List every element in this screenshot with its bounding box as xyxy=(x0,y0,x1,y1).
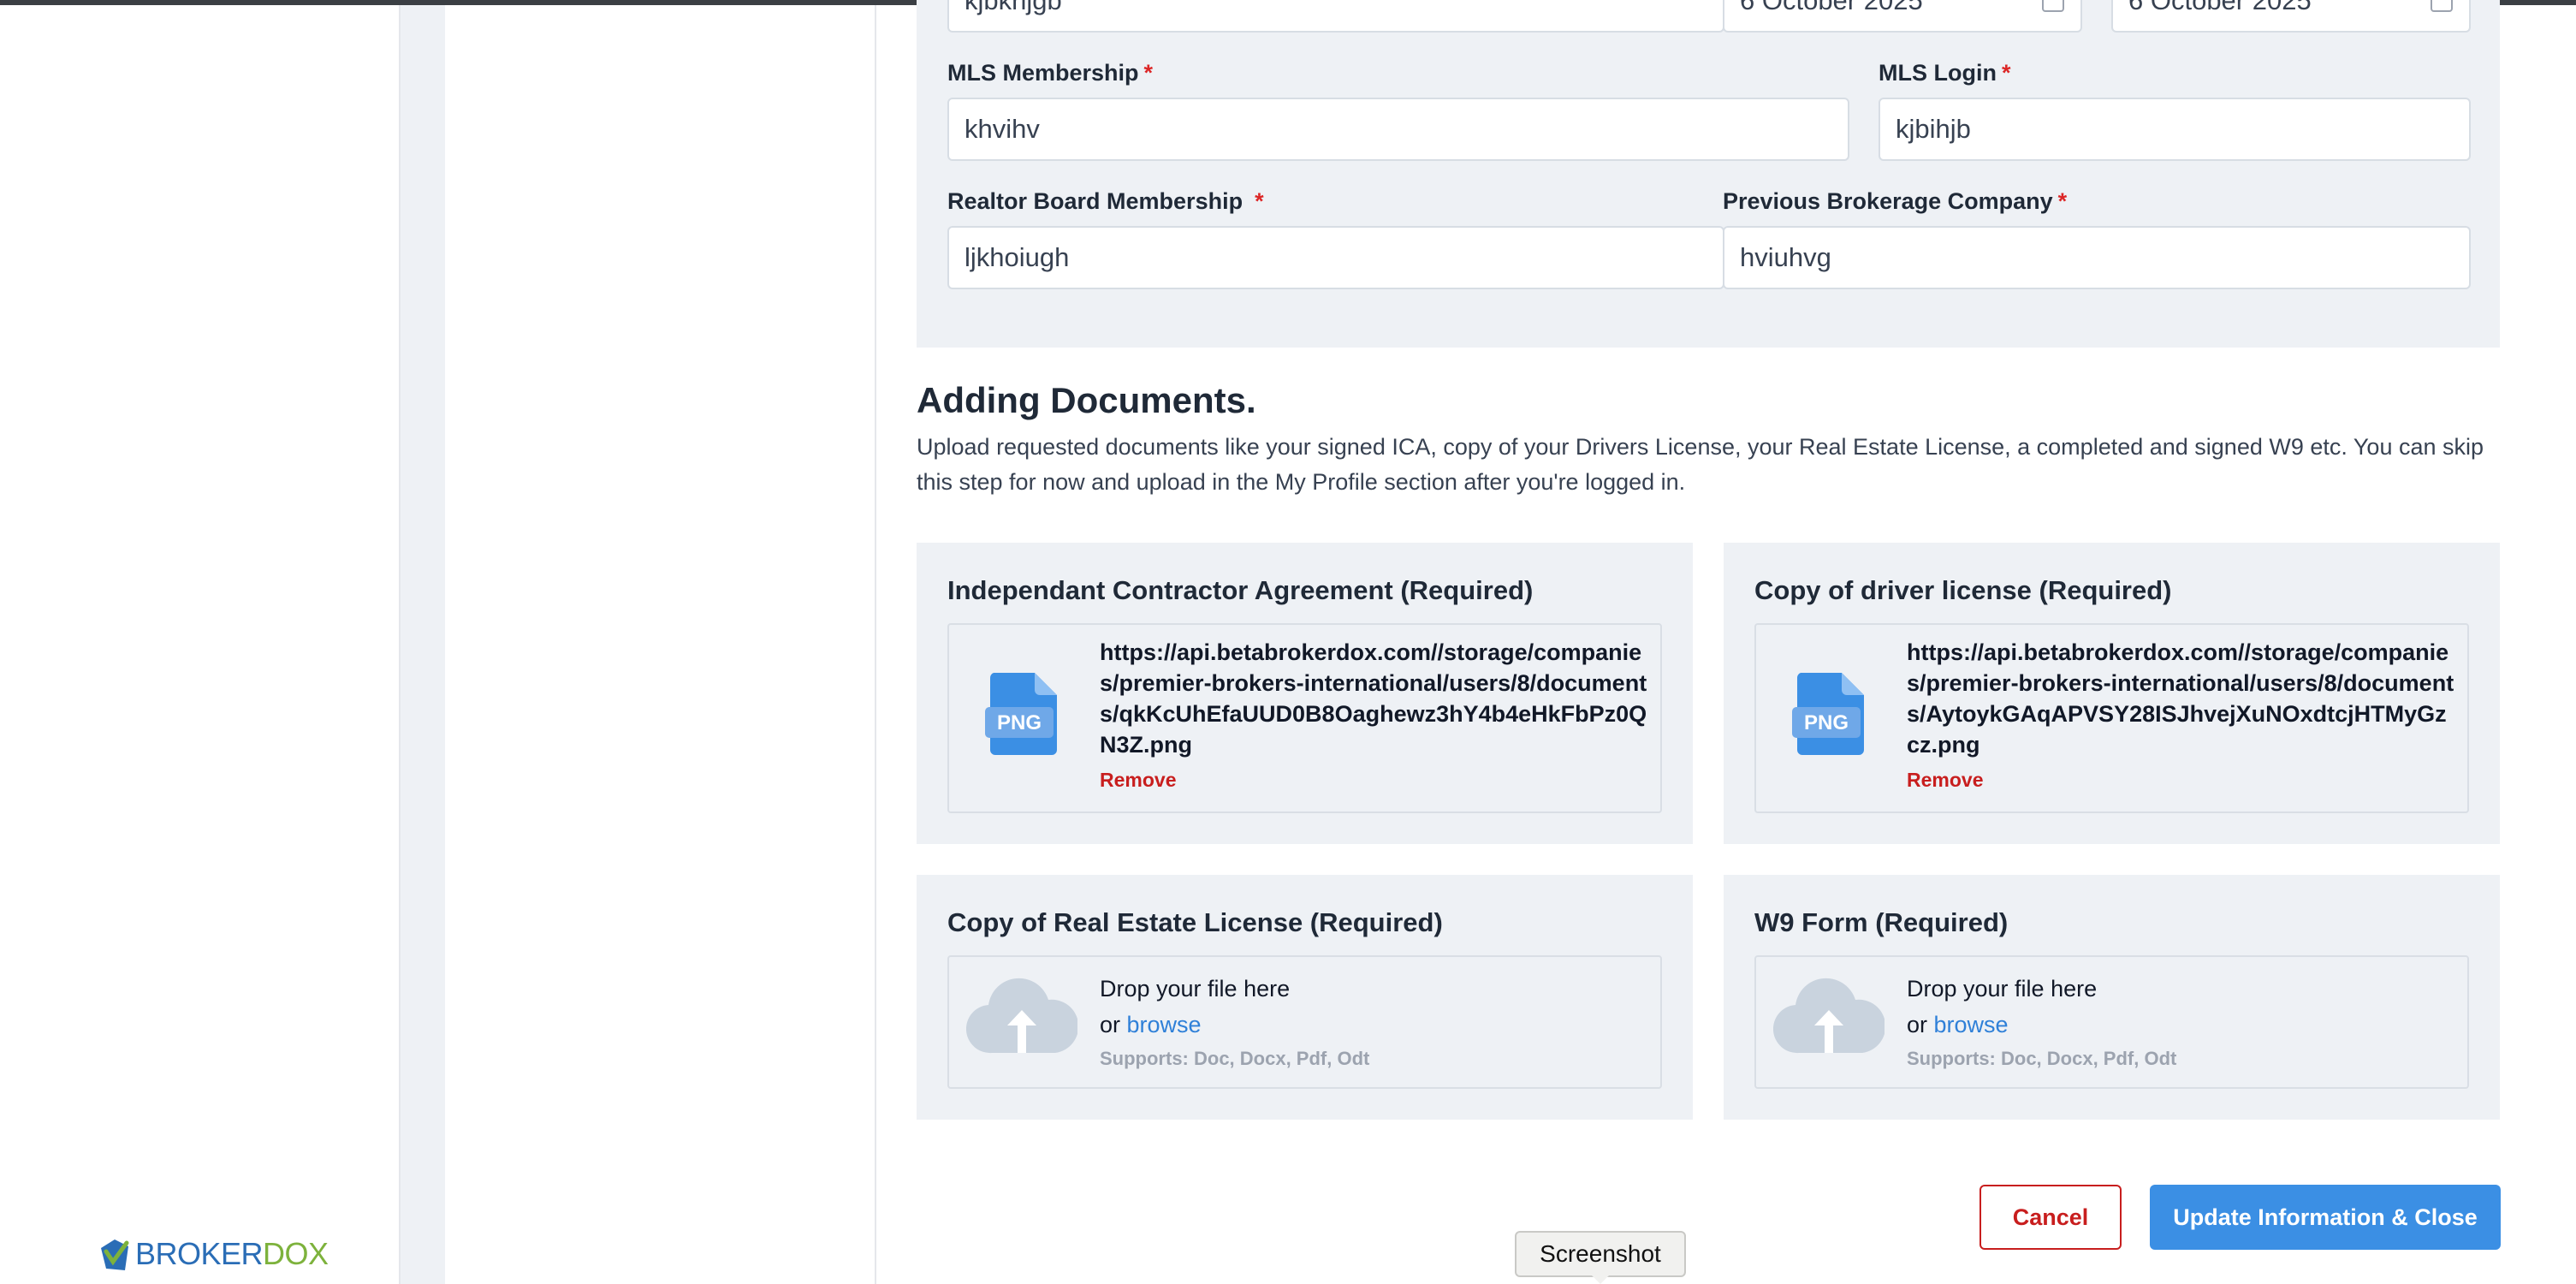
svg-text:PNG: PNG xyxy=(997,711,1042,734)
cloud-upload-icon xyxy=(1773,978,1885,1054)
logo-text-dox: DOX xyxy=(263,1236,329,1271)
remove-file-link[interactable]: Remove xyxy=(1100,769,1176,792)
license-number-value: kjbkhjgb xyxy=(965,0,1062,15)
card-title: Copy of driver license (Required) xyxy=(1754,575,2172,605)
issue-date-input[interactable]: 6 October 2025 xyxy=(1723,0,2082,33)
license-info-section: kjbkhjgb 6 October 2025 6 October 2025 M… xyxy=(917,0,2500,348)
brokerdox-logo: BROKERDOX xyxy=(99,1236,329,1272)
side-column xyxy=(445,5,876,1284)
issue-date-value: 6 October 2025 xyxy=(1740,0,1923,15)
documents-section-description: Upload requested documents like your sig… xyxy=(917,434,2484,495)
expiration-date-input[interactable]: 6 October 2025 xyxy=(2111,0,2471,33)
file-dropzone[interactable]: Drop your file here or browse Supports: … xyxy=(1754,955,2469,1089)
tooltip-arrow-icon xyxy=(1592,1275,1609,1284)
browse-line: or browse xyxy=(1100,1012,1202,1037)
file-url: https://api.betabrokerdox.com//storage/c… xyxy=(1907,639,2454,758)
nav-gutter xyxy=(399,5,445,1284)
uploaded-file: PNG https://api.betabrokerdox.com//stora… xyxy=(947,623,1662,813)
logo-text-broker: BROKER xyxy=(135,1236,264,1271)
required-asterisk: * xyxy=(2057,188,2068,214)
previous-brokerage-label: Previous Brokerage Company * xyxy=(1723,188,2068,214)
previous-brokerage-value: hviuhvg xyxy=(1740,242,1831,272)
browse-link[interactable]: browse xyxy=(1127,1012,1202,1037)
cancel-button[interactable]: Cancel xyxy=(1979,1185,2122,1250)
license-number-input[interactable]: kjbkhjgb xyxy=(947,0,1724,33)
mls-membership-value: khvihv xyxy=(965,114,1040,144)
supported-formats: Supports: Doc, Docx, Pdf, Odt xyxy=(1100,1048,1370,1069)
realtor-board-input[interactable]: ljkhoiugh xyxy=(947,226,1724,289)
required-asterisk: * xyxy=(2001,60,2011,86)
w9-document-card: W9 Form (Required) Drop your file here o… xyxy=(1724,875,2500,1120)
mls-membership-label: MLS Membership * xyxy=(947,60,1154,86)
uploaded-file: PNG https://api.betabrokerdox.com//stora… xyxy=(1754,623,2469,813)
png-file-icon: PNG xyxy=(1792,673,1864,755)
ica-document-card: Independant Contractor Agreement (Requir… xyxy=(917,543,1693,844)
mls-login-input[interactable]: kjbihjb xyxy=(1879,98,2471,161)
previous-brokerage-input[interactable]: hviuhvg xyxy=(1723,226,2471,289)
card-title: Independant Contractor Agreement (Requir… xyxy=(947,575,1534,605)
drop-text: Drop your file here xyxy=(1100,976,1291,1002)
svg-text:PNG: PNG xyxy=(1804,711,1849,734)
png-file-icon: PNG xyxy=(985,673,1057,755)
logo-mark-icon xyxy=(101,1239,129,1270)
mls-login-label: MLS Login * xyxy=(1879,60,2011,86)
mls-membership-input[interactable]: khvihv xyxy=(947,98,1849,161)
expiration-date-value: 6 October 2025 xyxy=(2128,0,2312,15)
mls-login-value: kjbihjb xyxy=(1896,114,1971,144)
documents-section-title: Adding Documents. xyxy=(917,380,1256,420)
realtor-board-value: ljkhoiugh xyxy=(965,242,1070,272)
card-title: Copy of Real Estate License (Required) xyxy=(947,907,1443,937)
remove-file-link[interactable]: Remove xyxy=(1907,769,1983,792)
update-information-close-button[interactable]: Update Information & Close xyxy=(2150,1185,2501,1250)
calendar-icon xyxy=(2431,0,2453,12)
calendar-icon xyxy=(2042,0,2064,12)
screenshot-tooltip: Screenshot xyxy=(1515,1231,1686,1277)
required-asterisk: * xyxy=(1143,60,1154,86)
real-estate-license-document-card: Copy of Real Estate License (Required) D… xyxy=(917,875,1693,1120)
file-url: https://api.betabrokerdox.com//storage/c… xyxy=(1100,639,1647,758)
browse-link[interactable]: browse xyxy=(1934,1012,2009,1037)
realtor-board-label: Realtor Board Membership * xyxy=(947,188,1264,214)
required-asterisk: * xyxy=(1255,188,1264,214)
left-sidebar: BROKERDOX xyxy=(0,5,399,1284)
browse-line: or browse xyxy=(1907,1012,2009,1037)
cloud-upload-icon xyxy=(966,978,1077,1054)
driver-license-document-card: Copy of driver license (Required) PNG ht… xyxy=(1724,543,2500,844)
supported-formats: Supports: Doc, Docx, Pdf, Odt xyxy=(1907,1048,2177,1069)
file-dropzone[interactable]: Drop your file here or browse Supports: … xyxy=(947,955,1662,1089)
drop-text: Drop your file here xyxy=(1907,976,2098,1002)
card-title: W9 Form (Required) xyxy=(1754,907,2009,937)
